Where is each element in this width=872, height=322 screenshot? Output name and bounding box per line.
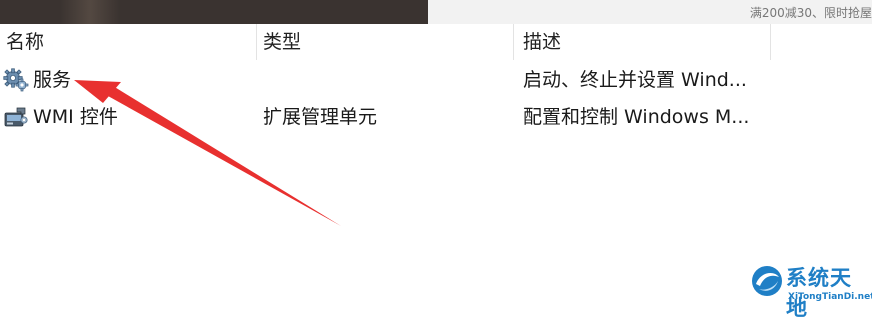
- watermark-logo-icon: [752, 266, 782, 296]
- column-divider[interactable]: [770, 24, 771, 60]
- column-divider[interactable]: [256, 24, 257, 60]
- list-item-services[interactable]: 服务 启动、终止并设置 Wind...: [0, 62, 872, 98]
- column-divider[interactable]: [513, 24, 514, 60]
- gear-icon: [3, 68, 29, 92]
- list-item-type: 扩展管理单元: [263, 106, 378, 128]
- site-watermark: 系统天地 XiTongTianDi.net: [750, 262, 872, 320]
- wmi-control-icon: [3, 105, 29, 129]
- list-item-description: 启动、终止并设置 Wind...: [523, 69, 747, 91]
- column-header-type[interactable]: 类型: [263, 24, 301, 60]
- column-header-description[interactable]: 描述: [523, 24, 561, 60]
- promo-text: 满200减30、限时抢屋: [749, 6, 872, 20]
- list-header: 名称 类型 描述: [0, 24, 872, 60]
- top-banner-light: 满200减30、限时抢屋: [428, 0, 872, 24]
- list-item-name: WMI 控件: [33, 106, 118, 128]
- column-header-name[interactable]: 名称: [6, 24, 44, 60]
- top-banner-image: [0, 0, 428, 24]
- watermark-subtitle: XiTongTianDi.net: [788, 292, 872, 302]
- top-banner: 满200减30、限时抢屋: [0, 0, 872, 24]
- list-item-name: 服务: [33, 69, 72, 91]
- list-item-description: 配置和控制 Windows M...: [523, 106, 750, 128]
- list-item-wmi-control[interactable]: WMI 控件 扩展管理单元 配置和控制 Windows M...: [0, 99, 872, 135]
